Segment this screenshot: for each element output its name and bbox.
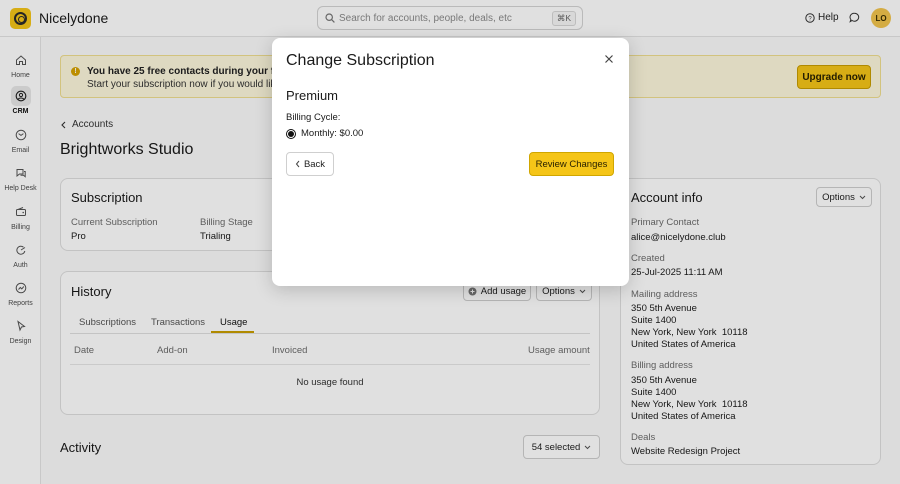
plan-name: Premium	[286, 88, 339, 103]
radio-selected-icon[interactable]	[286, 128, 296, 139]
change-subscription-dialog: Change Subscription Premium Billing Cycl…	[272, 38, 629, 286]
dialog-title: Change Subscription	[286, 52, 435, 69]
billing-cycle-option-label: Monthly: $0.00	[301, 128, 364, 139]
back-label: Back	[303, 158, 326, 170]
review-changes-button[interactable]: Review Changes	[529, 152, 614, 176]
back-button[interactable]: Back	[286, 152, 334, 176]
billing-cycle-label: Billing Cycle:	[286, 112, 341, 123]
billing-cycle-option-monthly[interactable]: Monthly: $0.00	[286, 128, 363, 139]
close-icon[interactable]	[603, 53, 615, 65]
chevron-left-icon	[295, 160, 300, 168]
